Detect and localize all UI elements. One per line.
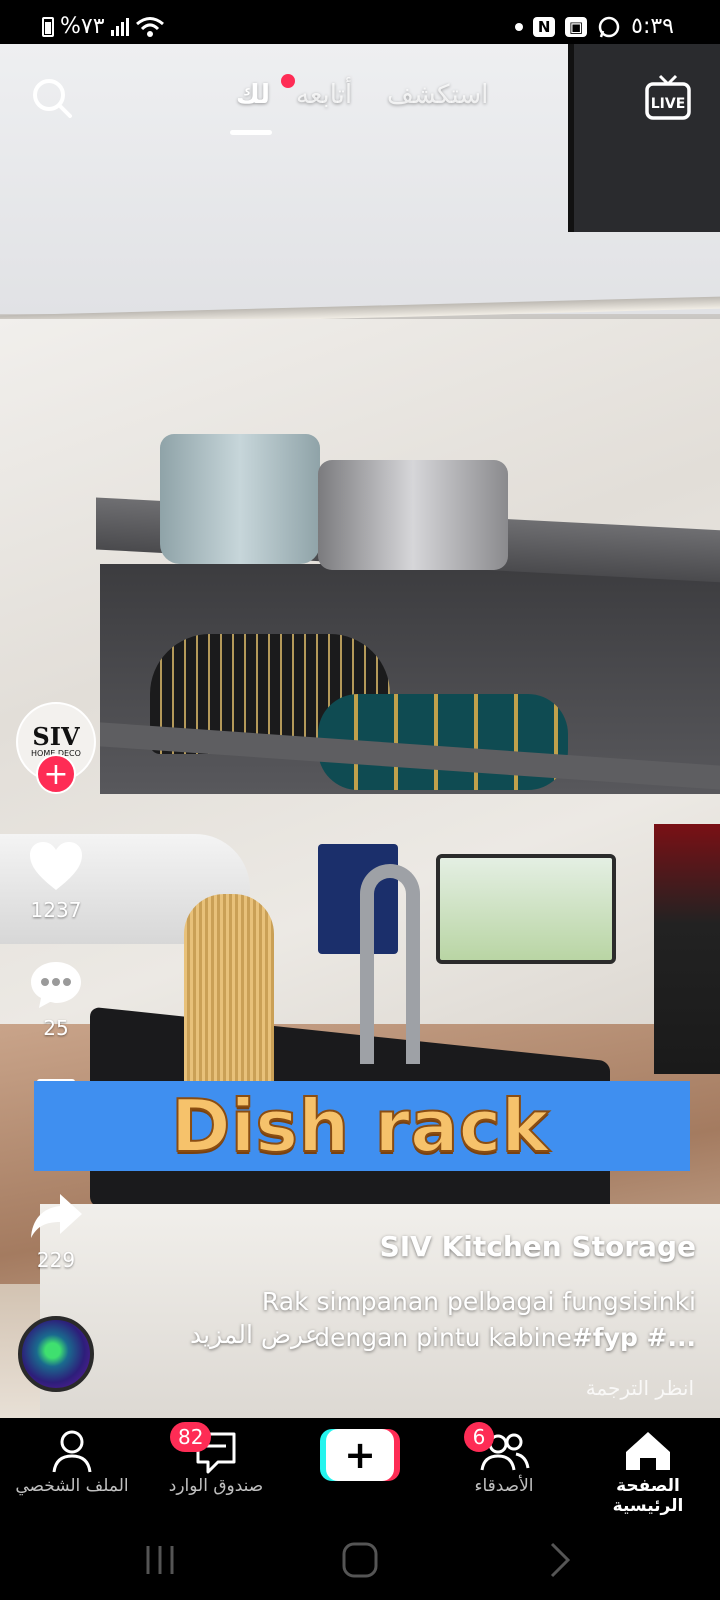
battery-icon	[42, 16, 54, 37]
scene-knife-holder	[654, 824, 720, 1074]
home-icon	[626, 1432, 670, 1470]
nav-home-label: الصفحة الرئيسية	[612, 1476, 684, 1516]
description-line2: dengan pintu kabine	[314, 1323, 572, 1352]
nav-profile-label: الملف الشخصي	[15, 1476, 129, 1496]
inbox-badge: 82	[170, 1422, 212, 1452]
description-tags[interactable]: #fyp #...	[572, 1323, 696, 1352]
nav-friends-label: الأصدقاء	[474, 1476, 534, 1496]
like-count: 1237	[30, 898, 82, 922]
author-name[interactable]: SIV Kitchen Storage	[380, 1230, 696, 1263]
creator-avatar-button[interactable]: SIV HOME DECO +	[16, 702, 96, 794]
search-icon[interactable]	[30, 76, 74, 120]
nav-friends[interactable]: الأصدقاء	[434, 1426, 574, 1496]
nav-inbox-label: صندوق الوارد	[168, 1476, 264, 1496]
profile-icon	[52, 1430, 92, 1473]
nav-profile[interactable]: الملف الشخصي	[2, 1426, 142, 1496]
clock: ٥:٣٩	[631, 14, 674, 39]
see-more-link[interactable]: عرض المزيد	[190, 1320, 320, 1349]
scene-brush	[184, 894, 274, 1094]
nav-home[interactable]: الصفحة الرئيسية	[578, 1426, 718, 1516]
netflix-icon: N	[533, 16, 556, 37]
scene-pot-steel	[318, 460, 508, 570]
avatar-text: SIV	[32, 722, 80, 751]
video-player[interactable]	[0, 44, 720, 1418]
share-button[interactable]: 229	[14, 1190, 98, 1272]
share-icon	[31, 1194, 82, 1238]
back-icon[interactable]	[540, 1540, 580, 1580]
like-button[interactable]: 1237	[14, 840, 98, 922]
create-button[interactable]: +	[320, 1429, 400, 1481]
top-nav	[0, 44, 720, 154]
notification-dot-icon	[515, 22, 524, 31]
wifi-icon	[135, 16, 164, 37]
tab-explore[interactable]: استكشف	[387, 80, 488, 110]
live-label: LIVE	[651, 96, 686, 112]
heart-icon	[30, 842, 82, 890]
video-caption-overlay: Dish rack	[170, 1083, 550, 1169]
whatsapp-icon	[598, 16, 620, 37]
system-nav-bar	[0, 1522, 720, 1600]
music-disc-icon[interactable]	[18, 1316, 94, 1392]
tab-following[interactable]: أتابعه	[296, 80, 352, 110]
comment-count: 25	[43, 1016, 69, 1040]
home-nav-icon[interactable]	[340, 1540, 380, 1580]
friends-icon	[480, 1433, 530, 1471]
active-tab-indicator	[230, 130, 272, 135]
nav-inbox[interactable]: صندوق الوارد	[146, 1426, 286, 1496]
bottom-nav: الصفحة الرئيسية الأصدقاء + صندوق الوارد …	[0, 1418, 720, 1522]
comment-icon	[31, 962, 81, 1008]
live-icon[interactable]: LIVE	[644, 74, 692, 122]
inbox-icon	[196, 1432, 236, 1474]
tab-for-you[interactable]: لك	[236, 80, 270, 110]
status-left: %٧٣	[42, 14, 165, 39]
status-right: N ▣ ٥:٣٩	[515, 14, 674, 39]
signal-icon	[110, 17, 129, 36]
following-new-dot	[281, 74, 295, 88]
gallery-icon: ▣	[565, 16, 588, 37]
status-bar: %٧٣ N ▣ ٥:٣٩	[0, 0, 720, 44]
scene-basket	[436, 854, 616, 964]
scene-pot-blue	[160, 434, 320, 564]
plus-icon: +	[326, 1429, 394, 1481]
recent-apps-icon[interactable]	[140, 1540, 180, 1580]
friends-badge: 6	[464, 1422, 494, 1452]
comment-button[interactable]: 25	[14, 958, 98, 1040]
follow-plus-button[interactable]: +	[36, 754, 76, 794]
share-count: 229	[36, 1248, 76, 1272]
description-line1: Rak simpanan pelbagai fungsisinki	[261, 1287, 696, 1316]
battery-level: %٧٣	[60, 14, 105, 39]
scene-faucet	[360, 864, 420, 1064]
translate-link[interactable]: انظر الترجمة	[586, 1376, 694, 1400]
